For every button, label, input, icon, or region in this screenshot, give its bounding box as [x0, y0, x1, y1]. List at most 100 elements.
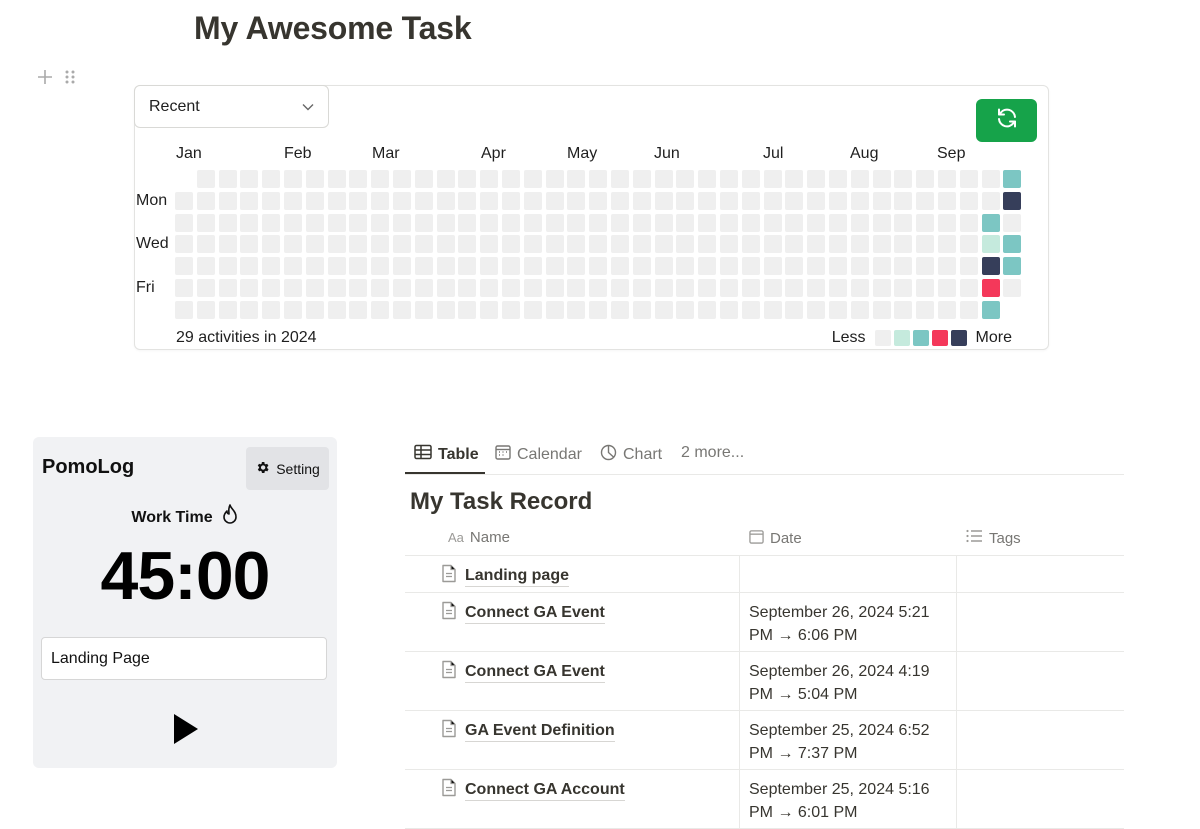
refresh-button[interactable]: [976, 99, 1037, 142]
heatmap-cell[interactable]: [720, 300, 738, 319]
heatmap-cell[interactable]: [763, 191, 782, 210]
heatmap-cell[interactable]: [785, 191, 804, 210]
name-cell[interactable]: Connect GA Account: [441, 778, 625, 802]
heatmap-cell[interactable]: [589, 257, 608, 276]
heatmap-cell[interactable]: [894, 235, 913, 254]
heatmap-cell[interactable]: [872, 191, 891, 210]
heatmap-cell[interactable]: [763, 235, 782, 254]
heatmap-cell[interactable]: [720, 170, 738, 188]
heatmap-cell[interactable]: [175, 257, 193, 276]
heatmap-cell[interactable]: [785, 300, 804, 319]
heatmap-cell[interactable]: [262, 279, 281, 297]
heatmap-cell[interactable]: [611, 213, 629, 232]
heatmap-cell[interactable]: [698, 257, 717, 276]
heatmap-cell[interactable]: [916, 300, 935, 319]
heatmap-cell[interactable]: [502, 279, 520, 297]
heatmap-cell[interactable]: [284, 257, 302, 276]
column-header-tags[interactable]: Tags: [966, 529, 1021, 547]
heatmap-cell[interactable]: [981, 300, 1000, 319]
heatmap-cell[interactable]: [371, 213, 390, 232]
heatmap-cell[interactable]: [959, 235, 978, 254]
heatmap-cell[interactable]: [371, 170, 390, 188]
heatmap-cell[interactable]: [175, 300, 193, 319]
heatmap-cell[interactable]: [414, 213, 433, 232]
heatmap-cell[interactable]: [1003, 213, 1022, 232]
heatmap-cell[interactable]: [349, 170, 368, 188]
heatmap-cell[interactable]: [1003, 257, 1022, 276]
heatmap-cell[interactable]: [240, 170, 259, 188]
heatmap-cell[interactable]: [894, 257, 913, 276]
heatmap-cell[interactable]: [458, 213, 477, 232]
heatmap-cell[interactable]: [262, 170, 281, 188]
heatmap-cell[interactable]: [349, 279, 368, 297]
row-tags[interactable]: [957, 770, 1124, 828]
heatmap-cell[interactable]: [414, 300, 433, 319]
heatmap-cell[interactable]: [763, 170, 782, 188]
heatmap-cell[interactable]: [850, 279, 869, 297]
heatmap-cell[interactable]: [611, 300, 629, 319]
add-block-icon[interactable]: [36, 68, 54, 91]
heatmap-cell[interactable]: [262, 257, 281, 276]
heatmap-cell[interactable]: [807, 300, 826, 319]
heatmap-cell[interactable]: [916, 213, 935, 232]
tab-table[interactable]: Table: [414, 444, 479, 465]
heatmap-cell[interactable]: [894, 191, 913, 210]
heatmap-cell[interactable]: [523, 191, 542, 210]
heatmap-cell[interactable]: [458, 300, 477, 319]
heatmap-cell[interactable]: [196, 170, 215, 188]
heatmap-cell[interactable]: [480, 213, 499, 232]
heatmap-cell[interactable]: [262, 235, 281, 254]
heatmap-cell[interactable]: [545, 170, 564, 188]
drag-handle-icon[interactable]: [64, 68, 76, 91]
heatmap-cell[interactable]: [502, 300, 520, 319]
heatmap-cell[interactable]: [436, 170, 455, 188]
heatmap-cell[interactable]: [938, 300, 956, 319]
heatmap-cell[interactable]: [393, 213, 411, 232]
heatmap-cell[interactable]: [284, 279, 302, 297]
row-tags[interactable]: [957, 711, 1124, 769]
heatmap-cell[interactable]: [698, 300, 717, 319]
heatmap-cell[interactable]: [785, 235, 804, 254]
heatmap-cell[interactable]: [589, 213, 608, 232]
heatmap-cell[interactable]: [436, 300, 455, 319]
heatmap-cell[interactable]: [567, 257, 586, 276]
heatmap-cell[interactable]: [327, 213, 346, 232]
heatmap-cell[interactable]: [240, 235, 259, 254]
table-row[interactable]: GA Event Definition September 25, 2024 6:…: [405, 711, 1124, 770]
heatmap-cell[interactable]: [436, 279, 455, 297]
heatmap-cell[interactable]: [654, 235, 673, 254]
heatmap-cell[interactable]: [959, 213, 978, 232]
heatmap-cell[interactable]: [218, 300, 237, 319]
heatmap-cell[interactable]: [284, 191, 302, 210]
heatmap-cell[interactable]: [916, 279, 935, 297]
column-header-name[interactable]: Aa Name: [448, 529, 510, 546]
heatmap-cell[interactable]: [589, 300, 608, 319]
column-header-date[interactable]: Date: [749, 529, 802, 548]
heatmap-cell[interactable]: [371, 191, 390, 210]
heatmap-cell[interactable]: [393, 191, 411, 210]
heatmap-cell[interactable]: [502, 191, 520, 210]
heatmap-cell[interactable]: [872, 235, 891, 254]
heatmap-cell[interactable]: [698, 279, 717, 297]
heatmap-cell[interactable]: [196, 257, 215, 276]
heatmap-cell[interactable]: [959, 257, 978, 276]
heatmap-cell[interactable]: [523, 300, 542, 319]
heatmap-cell[interactable]: [938, 235, 956, 254]
heatmap-cell[interactable]: [938, 279, 956, 297]
heatmap-cell[interactable]: [894, 170, 913, 188]
heatmap-cell[interactable]: [196, 300, 215, 319]
heatmap-cell[interactable]: [458, 191, 477, 210]
heatmap-cell[interactable]: [894, 279, 913, 297]
heatmap-cell[interactable]: [480, 257, 499, 276]
heatmap-cell[interactable]: [1003, 235, 1022, 254]
heatmap-cell[interactable]: [872, 213, 891, 232]
heatmap-cell[interactable]: [349, 191, 368, 210]
heatmap-cell[interactable]: [523, 257, 542, 276]
name-cell[interactable]: Landing page: [441, 564, 569, 588]
heatmap-cell[interactable]: [480, 300, 499, 319]
heatmap-cell[interactable]: [436, 191, 455, 210]
heatmap-cell[interactable]: [611, 191, 629, 210]
heatmap-cell[interactable]: [763, 213, 782, 232]
heatmap-cell[interactable]: [632, 279, 651, 297]
heatmap-cell[interactable]: [698, 170, 717, 188]
